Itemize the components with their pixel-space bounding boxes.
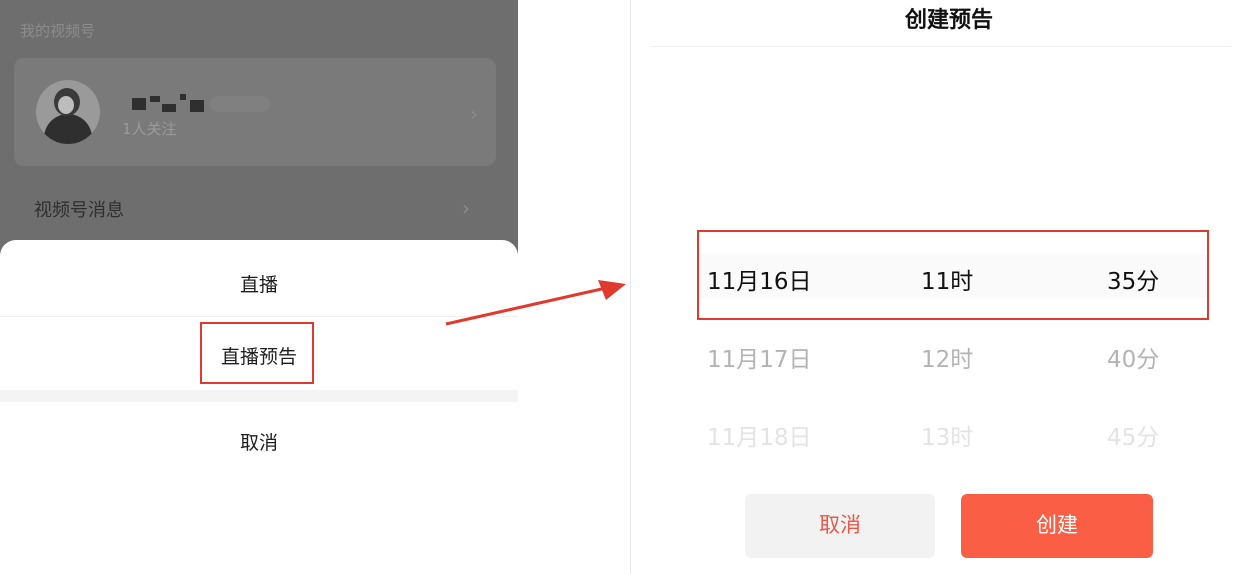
picker-row[interactable]: 11月17日 12时 40分 <box>697 340 1209 380</box>
avatar <box>36 80 100 144</box>
cancel-option[interactable]: 取消 <box>0 428 518 455</box>
divider <box>651 46 1231 47</box>
page-title: 创建预告 <box>904 8 993 33</box>
picker-minute[interactable]: 45分 <box>1107 418 1159 452</box>
menu-item-messages[interactable]: 视频号消息 <box>34 196 124 222</box>
highlight-box <box>697 230 1209 320</box>
picker-hour[interactable]: 12时 <box>921 340 973 374</box>
right-screen: 创建预告 11月16日 11时 35分 11月17日 12时 40分 11月18… <box>630 0 1236 574</box>
chevron-right-icon: › <box>470 102 478 126</box>
picker-row[interactable]: 11月18日 13时 45分 <box>697 418 1209 458</box>
account-name-censored <box>132 94 212 112</box>
picker-hour[interactable]: 13时 <box>921 418 973 452</box>
chevron-right-icon: › <box>462 196 470 220</box>
create-button[interactable]: 创建 <box>961 494 1153 558</box>
account-card[interactable]: 1人关注 › <box>14 58 496 166</box>
picker-minute[interactable]: 40分 <box>1107 340 1159 374</box>
picker-date[interactable]: 11月17日 <box>707 340 812 374</box>
name-blur <box>210 96 270 112</box>
follower-count: 1人关注 <box>122 120 177 138</box>
section-label: 我的视频号 <box>20 22 96 40</box>
arrow-icon <box>445 280 626 326</box>
picker-date[interactable]: 11月18日 <box>707 418 812 452</box>
sheet-separator <box>0 390 518 402</box>
cancel-button[interactable]: 取消 <box>745 494 935 558</box>
live-preview-option[interactable]: 直播预告 <box>0 342 518 369</box>
